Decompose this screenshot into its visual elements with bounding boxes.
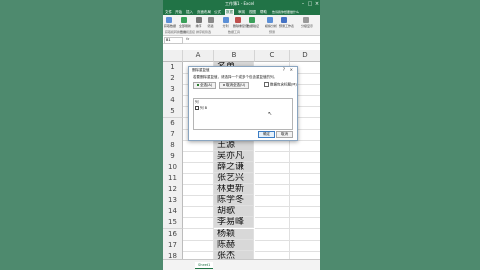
header-checkbox[interactable]: 数据包含标题(M)	[264, 82, 297, 88]
ribbon-data: 获取数据 全部刷新 排序 筛选 分列 删除重复值 数据验证 模拟分析 预测工作表…	[163, 15, 320, 36]
select-all-icon	[197, 84, 199, 86]
get-data-button[interactable]: 获取数据	[164, 17, 176, 28]
ribbon-tabs: 文件 开始 插入 页面布局 公式 数据 审阅 视图 帮助 告诉我你想要做什么	[163, 8, 320, 15]
dialog-title: 删除重复值	[192, 68, 210, 72]
what-if-icon	[266, 17, 273, 23]
forecast-icon	[280, 17, 287, 23]
help-icon[interactable]: ?	[283, 67, 285, 72]
dialog-description: 若要删除重复值，请选择一个或多个包含重复值的列。	[193, 75, 277, 79]
unselect-all-button[interactable]: 取消全选(U)	[219, 82, 250, 89]
ok-button[interactable]: 确定	[258, 131, 275, 138]
cell-b[interactable]: 薛之谦	[214, 161, 254, 173]
remove-duplicates-dialog: 删除重复值 ? × 若要删除重复值，请选择一个或多个包含重复值的列。 全选(A)…	[188, 66, 298, 141]
close-icon[interactable]: ×	[314, 0, 320, 8]
cell-b[interactable]: 陈赫	[214, 239, 254, 251]
column-header-c[interactable]: C	[255, 50, 290, 62]
group-label-sort-filter: 排序和筛选	[196, 30, 212, 34]
cell-b[interactable]: 王源	[214, 139, 254, 151]
forecast-sheet-button[interactable]: 预测工作表	[279, 17, 294, 28]
column-b-checkbox[interactable]: 列 B	[195, 106, 207, 111]
get-data-icon	[165, 17, 172, 23]
text-to-columns-button[interactable]: 分列	[221, 17, 230, 28]
data-validation-button[interactable]: 数据验证	[247, 17, 259, 28]
group-label-queries: 查询和连接	[180, 30, 196, 34]
sheet-tab[interactable]: Sheet1	[195, 262, 214, 269]
outline-button[interactable]: 分级显示	[301, 17, 313, 28]
filter-icon	[207, 17, 214, 23]
formula-bar: B1 fx	[163, 36, 320, 44]
cancel-button[interactable]: 取消	[276, 131, 293, 138]
mouse-cursor-icon: ↖	[268, 111, 273, 117]
fx-icon[interactable]: fx	[186, 37, 189, 41]
column-header-a[interactable]: A	[183, 50, 214, 62]
unselect-all-icon	[223, 84, 225, 86]
filter-button[interactable]: 筛选	[206, 17, 215, 28]
cell-b[interactable]: 李易峰	[214, 217, 254, 229]
select-all-button[interactable]: 全选(A)	[193, 82, 217, 89]
sort-icon	[195, 17, 202, 23]
remove-duplicates-button[interactable]: 删除重复值	[233, 17, 248, 28]
title-bar: 工作簿1 - Excel – □ ×	[163, 0, 320, 8]
sheet-tab-bar: Sheet1	[163, 259, 320, 270]
group-label-data-tools: 数据工具	[228, 30, 241, 34]
maximize-icon[interactable]: □	[307, 0, 313, 8]
cell-b[interactable]: 杨颖	[214, 228, 254, 240]
minimize-icon[interactable]: –	[300, 0, 306, 8]
dialog-close-icon[interactable]: ×	[290, 67, 293, 72]
cell-b[interactable]: 张艺兴	[214, 173, 254, 184]
checkbox-icon	[195, 106, 199, 110]
select-all-corner[interactable]	[163, 50, 183, 62]
what-if-button[interactable]: 模拟分析	[265, 17, 277, 28]
validation-icon	[248, 17, 255, 23]
cell-b[interactable]: 胡歌	[214, 206, 254, 218]
cell-b[interactable]: 林更新	[214, 184, 254, 196]
column-header-d[interactable]: D	[290, 50, 320, 62]
cell-b[interactable]: 陈学冬	[214, 195, 254, 207]
checkbox-icon	[264, 82, 269, 87]
columns-list: 列 列 B	[193, 98, 293, 130]
column-header-b[interactable]: B	[214, 50, 255, 62]
refresh-all-button[interactable]: 全部刷新	[179, 17, 191, 28]
cell-b[interactable]: 吴亦凡	[214, 150, 254, 162]
window-title: 工作簿1 - Excel	[225, 1, 255, 6]
sort-button[interactable]: 排序	[194, 17, 203, 28]
group-label-forecast: 预测	[269, 30, 276, 34]
remove-duplicates-icon	[234, 17, 241, 23]
excel-window: 工作簿1 - Excel – □ × 文件 开始 插入 页面布局 公式 数据 审…	[163, 0, 320, 270]
refresh-icon	[180, 17, 187, 23]
columns-list-header: 列	[195, 100, 199, 104]
outline-icon	[302, 17, 309, 23]
name-box[interactable]: B1	[164, 37, 183, 44]
split-icon	[222, 17, 229, 23]
